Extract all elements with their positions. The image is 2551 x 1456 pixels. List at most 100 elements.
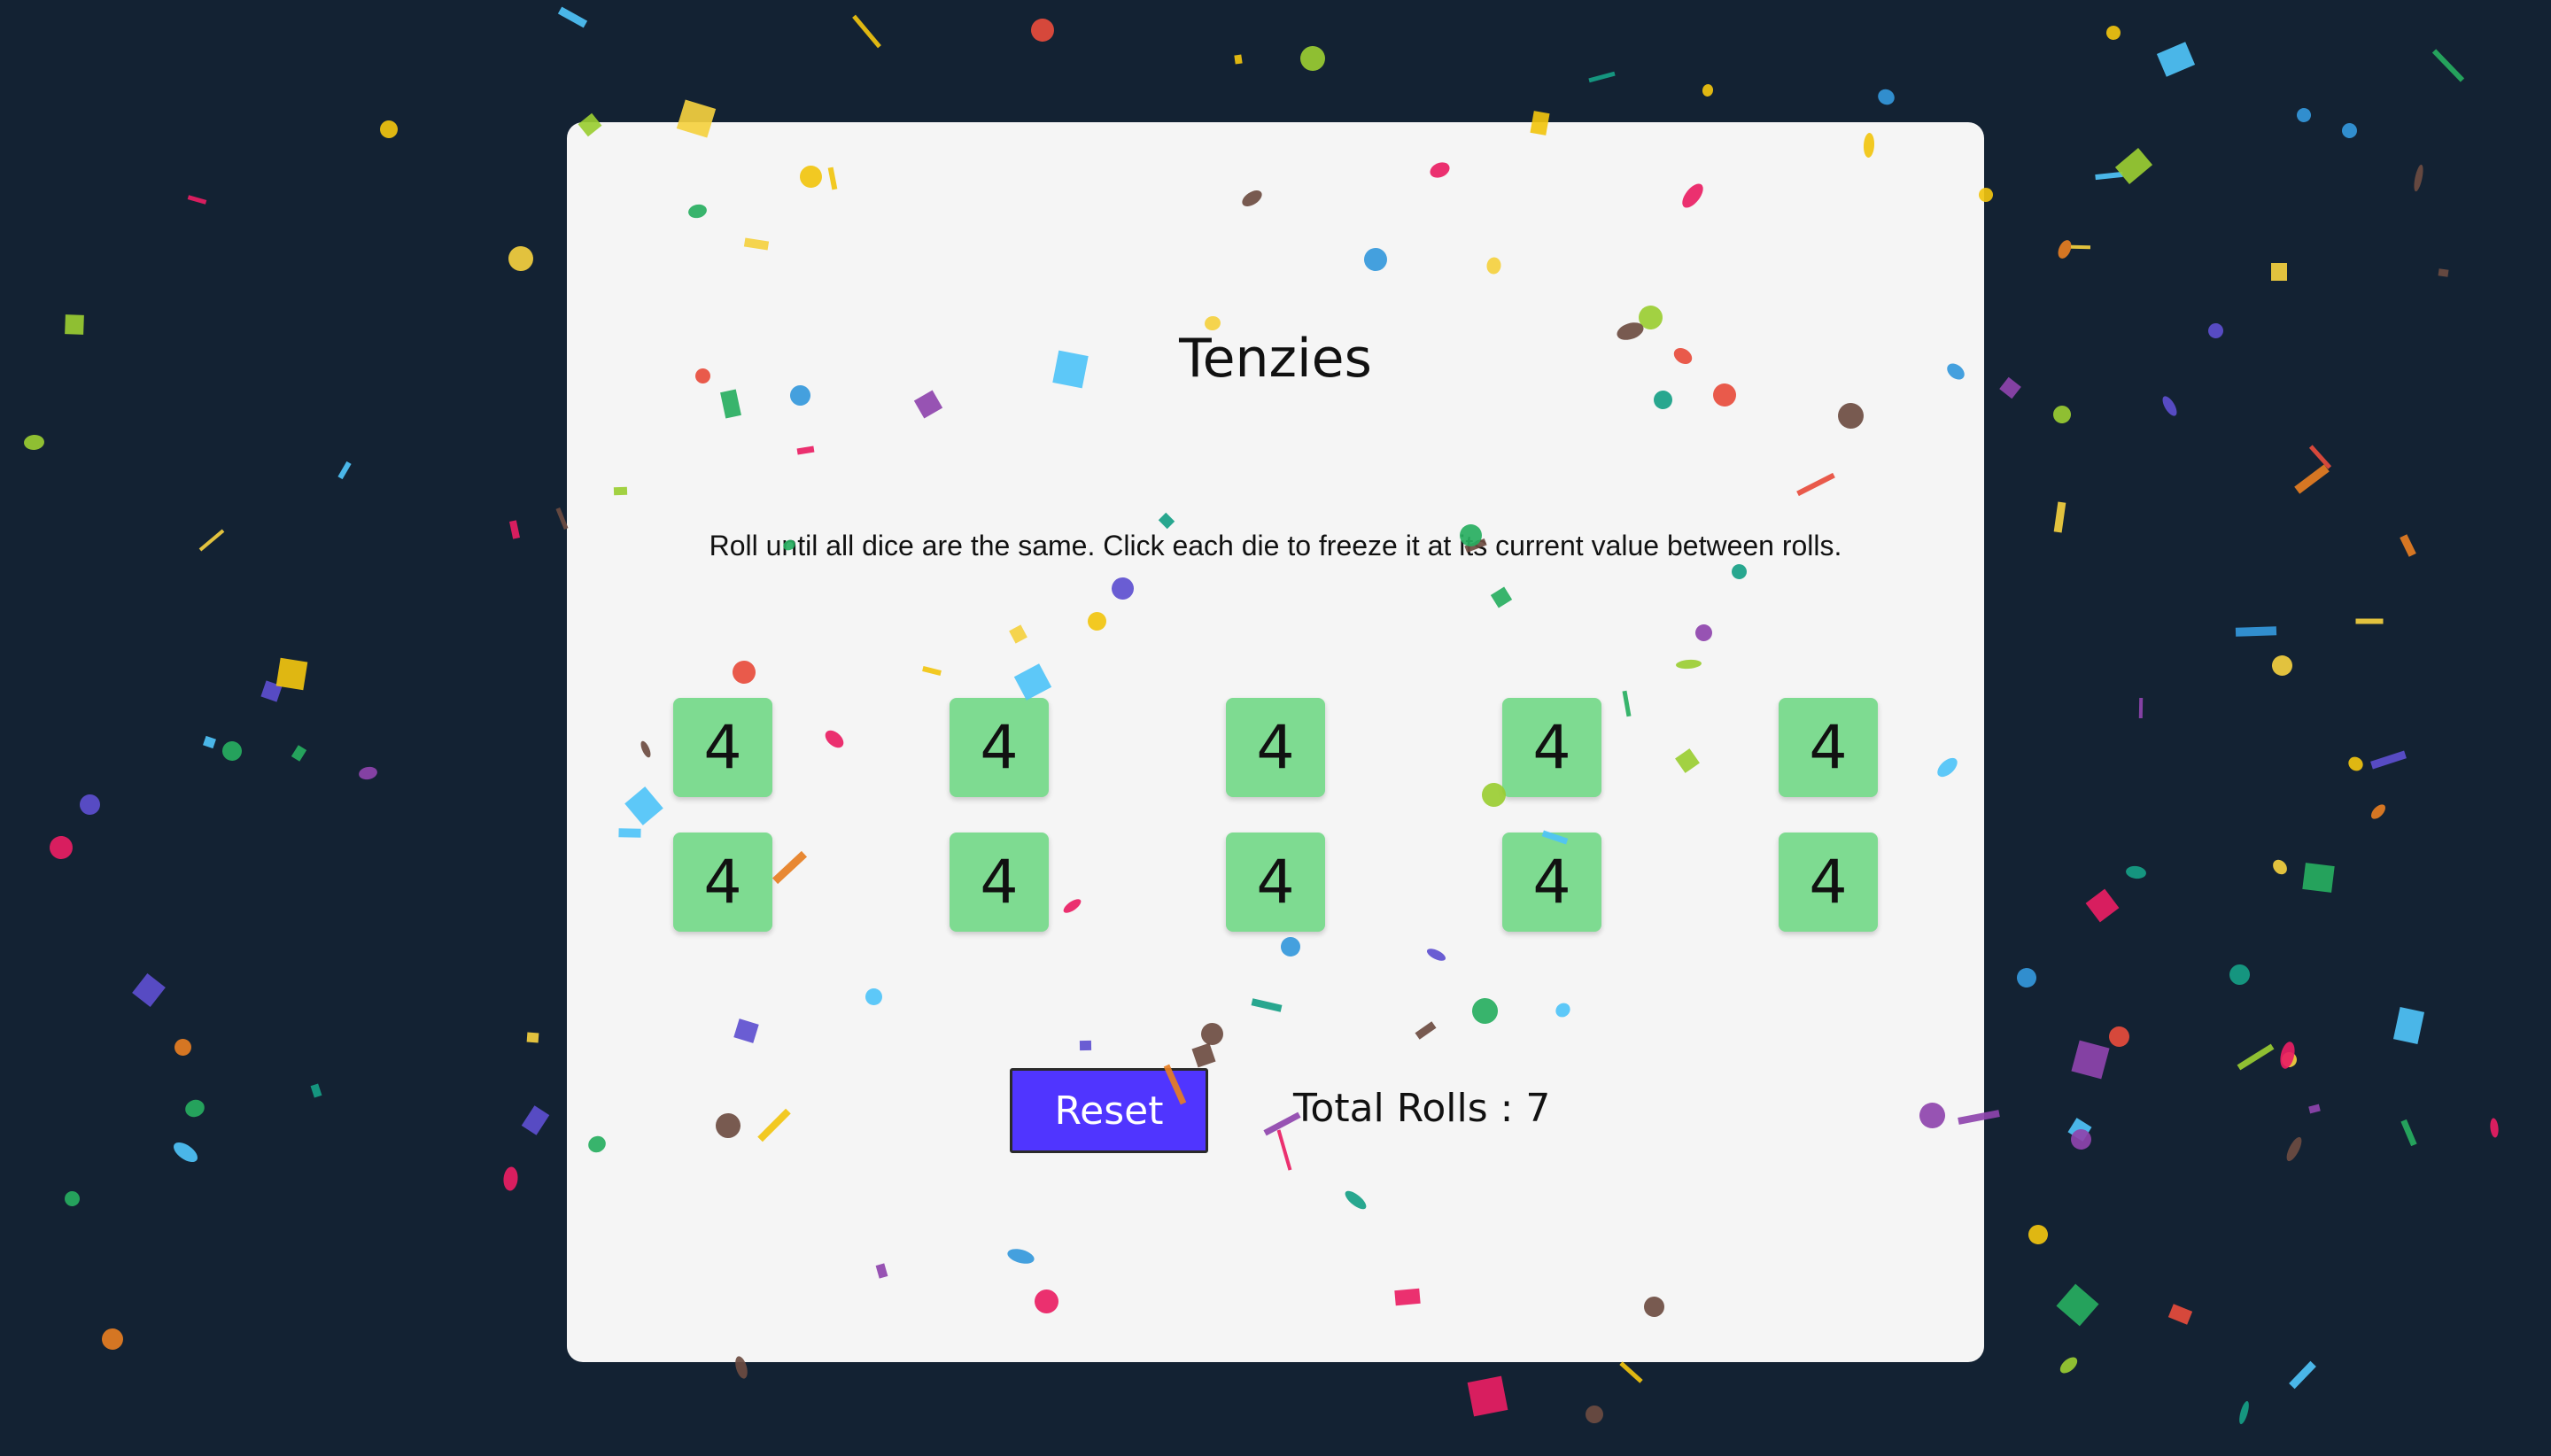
confetti-piece [218, 737, 246, 765]
die-5[interactable]: 4 [1779, 698, 1878, 797]
confetti-piece [2105, 24, 2122, 42]
confetti-piece [2069, 1127, 2093, 1151]
confetti-piece [23, 434, 45, 451]
confetti-piece [2225, 960, 2254, 989]
confetti-piece [2067, 1118, 2092, 1142]
confetti-piece [2268, 651, 2297, 680]
confetti-piece [2051, 404, 2073, 425]
confetti-piece [2159, 393, 2180, 419]
game-card: Tenzies Roll until all dice are the same… [567, 122, 1984, 1362]
confetti-piece [2289, 1360, 2316, 1390]
confetti-piece [1701, 83, 1715, 97]
confetti-piece [310, 1083, 322, 1098]
confetti-piece [61, 1188, 83, 1210]
confetti-piece [2369, 802, 2388, 822]
confetti-piece [1467, 1375, 1508, 1417]
confetti-piece [2308, 1104, 2321, 1114]
confetti-piece [376, 117, 401, 142]
confetti-piece [2056, 1283, 2099, 1327]
confetti-piece [2277, 1040, 2298, 1071]
reset-button[interactable]: Reset [1010, 1068, 1208, 1153]
die-6[interactable]: 4 [673, 833, 772, 932]
confetti-piece [2014, 965, 2039, 990]
confetti-piece [2269, 856, 2291, 878]
confetti-piece [2095, 171, 2123, 181]
confetti-piece [2237, 1043, 2275, 1071]
confetti-piece [2346, 754, 2366, 774]
confetti-piece [2057, 1354, 2081, 1376]
die-1[interactable]: 4 [673, 698, 772, 797]
die-7[interactable]: 4 [950, 833, 1049, 932]
page-title: Tenzies [1179, 328, 1372, 390]
confetti-piece [2294, 105, 2314, 125]
confetti-piece [65, 314, 84, 335]
confetti-piece [182, 1096, 207, 1120]
confetti-piece [172, 1036, 194, 1058]
confetti-piece [2308, 445, 2332, 469]
confetti-piece [1875, 86, 1897, 108]
confetti-piece [132, 972, 166, 1008]
confetti-piece [357, 765, 379, 781]
die-3[interactable]: 4 [1226, 698, 1325, 797]
confetti-piece [2489, 1118, 2500, 1138]
confetti-piece [2294, 464, 2330, 494]
confetti-piece [2167, 1304, 2193, 1325]
confetti-piece [2283, 1135, 2305, 1164]
confetti-piece [2125, 864, 2147, 880]
confetti-piece [1582, 1402, 1607, 1427]
confetti-piece [2156, 42, 2196, 77]
confetti-piece [2392, 1006, 2425, 1045]
confetti-piece [1234, 54, 1243, 65]
confetti-piece [521, 1105, 550, 1135]
dice-grid: 4 4 4 4 4 4 4 4 4 4 [673, 698, 1878, 937]
confetti-piece [1999, 376, 2021, 399]
confetti-piece [170, 1138, 201, 1166]
confetti-piece [1619, 1361, 1643, 1383]
die-10[interactable]: 4 [1779, 833, 1878, 932]
confetti-piece [2355, 618, 2384, 624]
confetti-piece [2370, 750, 2407, 770]
confetti-piece [198, 529, 225, 552]
confetti-piece [557, 6, 588, 28]
confetti-piece [275, 657, 308, 691]
confetti-piece [2138, 697, 2144, 719]
confetti-piece [2085, 888, 2120, 923]
confetti-piece [2271, 263, 2287, 281]
die-2[interactable]: 4 [950, 698, 1049, 797]
confetti-piece [2106, 1024, 2132, 1049]
confetti-piece [1295, 41, 1330, 76]
total-rolls-counter: Total Rolls : 7 [1293, 1086, 1551, 1131]
confetti-piece [2024, 1220, 2052, 1249]
die-8[interactable]: 4 [1226, 833, 1325, 932]
confetti-piece [187, 195, 207, 205]
confetti-piece [2053, 501, 2066, 533]
confetti-piece [2412, 164, 2425, 192]
confetti-piece [2114, 147, 2153, 185]
instructions-text: Roll until all dice are the same. Click … [709, 530, 1842, 561]
confetti-piece [2438, 268, 2449, 277]
confetti-piece [2400, 534, 2416, 557]
confetti-piece [852, 14, 881, 49]
confetti-piece [1588, 71, 1616, 83]
confetti-piece [45, 832, 77, 864]
confetti-piece [509, 520, 520, 539]
confetti-piece [2400, 1119, 2417, 1147]
confetti-piece [502, 1166, 519, 1192]
confetti-piece [260, 680, 283, 702]
confetti-piece [2278, 1049, 2300, 1071]
confetti-piece [1027, 15, 1058, 45]
confetti-piece [505, 243, 537, 275]
confetti-piece [2339, 120, 2360, 141]
confetti-piece [203, 735, 216, 749]
confetti-piece [2235, 626, 2277, 637]
confetti-piece [2302, 863, 2335, 893]
confetti-piece [2071, 1040, 2110, 1080]
confetti-piece [79, 794, 101, 816]
confetti-piece [2237, 1399, 2252, 1426]
die-4[interactable]: 4 [1502, 698, 1601, 797]
confetti-piece [291, 745, 307, 762]
confetti-piece [2207, 322, 2224, 339]
confetti-piece [101, 1328, 124, 1351]
die-9[interactable]: 4 [1502, 833, 1601, 932]
confetti-piece [337, 461, 352, 480]
